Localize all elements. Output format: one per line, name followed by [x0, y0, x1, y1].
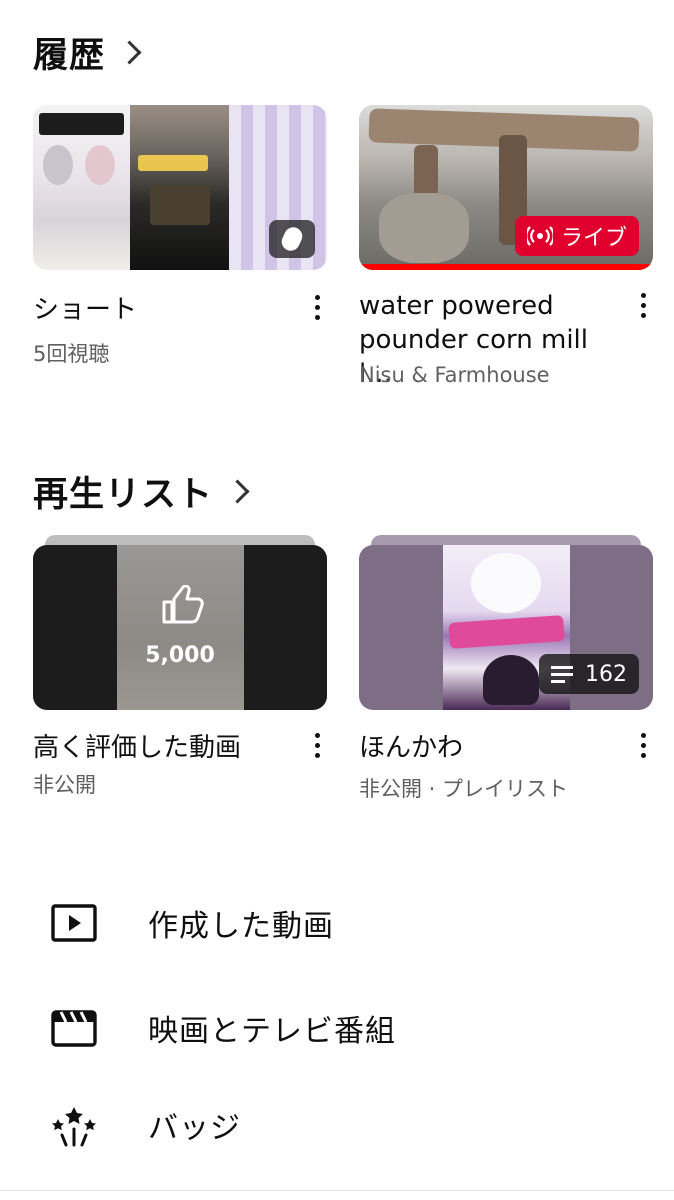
- divider: [0, 1190, 674, 1191]
- history-header[interactable]: 履歴: [33, 27, 142, 78]
- playlist-privacy: 非公開 · プレイリスト: [359, 777, 569, 801]
- thumbs-up-icon: [162, 585, 204, 624]
- playlist-privacy: 非公開: [33, 773, 96, 797]
- playlist-card-liked[interactable]: 5,000 高く評価した動画 非公開: [33, 535, 327, 797]
- honkawa-thumbnail[interactable]: 162: [359, 545, 653, 710]
- short-thumbnail-2: [130, 105, 229, 270]
- menu-movies-tv[interactable]: 映画とテレビ番組: [0, 988, 674, 1068]
- playlist-stack-edge: [371, 535, 641, 545]
- menu-label: バッジ: [148, 1111, 241, 1146]
- short-thumbnail-1: [33, 105, 130, 270]
- playlist-card-title: ほんかわ: [359, 733, 464, 763]
- liked-count: 5,000: [145, 643, 215, 668]
- history-card-title: ショート: [33, 295, 138, 325]
- short-thumbnail-3: [229, 105, 327, 270]
- chevron-right-icon: [117, 40, 142, 65]
- menu-label: 作成した動画: [148, 909, 334, 944]
- live-progress-bar: [359, 264, 653, 270]
- menu-label: 映画とテレビ番組: [148, 1014, 396, 1049]
- menu-badges[interactable]: バッジ: [0, 1085, 674, 1165]
- more-options-icon[interactable]: [638, 293, 648, 318]
- more-options-icon[interactable]: [638, 733, 648, 758]
- play-box-icon: [50, 899, 98, 947]
- history-card-shorts[interactable]: ショート 5回視聴: [33, 105, 327, 366]
- history-card-subtitle: 5回視聴: [33, 342, 110, 366]
- playlist-video-count: 162: [585, 661, 627, 687]
- playlists-header[interactable]: 再生リスト: [33, 466, 250, 517]
- playlist-card-title: 高く評価した動画: [33, 733, 242, 763]
- broadcast-icon: [526, 226, 553, 246]
- playlists-title: 再生リスト: [33, 475, 214, 515]
- playlist-card-honkawa[interactable]: 162 ほんかわ 非公開 · プレイリスト: [359, 535, 653, 801]
- clapperboard-icon: [50, 1004, 98, 1052]
- badge-sparkle-icon: [50, 1101, 98, 1149]
- shorts-logo-icon: [269, 220, 315, 258]
- playlist-video-count-badge: 162: [539, 654, 639, 694]
- chevron-right-icon: [225, 479, 250, 504]
- live-video-thumbnail[interactable]: ライブ: [359, 105, 653, 270]
- playlist-icon: [551, 665, 573, 683]
- live-badge-label: ライブ: [560, 226, 627, 251]
- more-options-icon[interactable]: [312, 733, 322, 758]
- playlist-stack-edge: [45, 535, 315, 545]
- history-card-channel: Nisu & Farmhouse: [359, 363, 550, 387]
- more-options-icon[interactable]: [312, 295, 322, 320]
- history-title: 履歴: [33, 36, 106, 76]
- shorts-thumbnail[interactable]: [33, 105, 327, 270]
- menu-your-videos[interactable]: 作成した動画: [0, 883, 674, 963]
- history-card-live[interactable]: ライブ water powered pounder corn mill l… N…: [359, 105, 653, 389]
- liked-videos-thumbnail[interactable]: 5,000: [33, 545, 327, 710]
- live-badge: ライブ: [514, 216, 639, 256]
